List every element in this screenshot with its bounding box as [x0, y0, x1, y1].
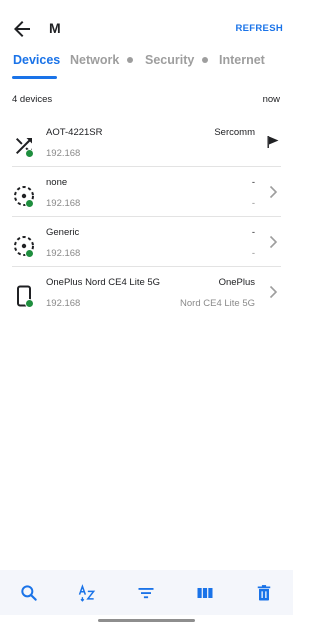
device-vendor: Sercomm — [214, 127, 255, 138]
device-ip: 192.168 — [46, 298, 81, 309]
online-status-dot — [25, 299, 34, 308]
tab-label: Security — [145, 53, 195, 67]
tab-security[interactable]: Security — [145, 53, 209, 67]
device-vendor: - — [251, 177, 255, 188]
search-icon[interactable] — [18, 582, 40, 604]
device-summary: 4 devices now — [0, 92, 293, 108]
app-bar: M REFRESH — [0, 0, 293, 52]
flag-icon[interactable] — [265, 134, 281, 150]
device-row[interactable]: OnePlus Nord CE4 Lite 5G 192.168 OnePlus… — [0, 267, 293, 317]
device-name: OnePlus Nord CE4 Lite 5G — [46, 277, 161, 288]
tab-status-dot — [127, 57, 134, 63]
online-status-dot — [25, 199, 34, 208]
device-name: none — [46, 177, 68, 188]
refresh-button[interactable]: REFRESH — [236, 23, 284, 34]
columns-icon[interactable] — [194, 582, 216, 604]
bottom-toolbar — [0, 570, 293, 615]
active-tab-indicator — [12, 76, 57, 79]
device-ip: 192.168 — [46, 148, 81, 159]
device-name: Generic — [46, 227, 80, 238]
device-vendor-detail: - — [251, 248, 255, 259]
tab-status-dot — [202, 57, 209, 63]
device-name: AOT-4221SR — [46, 127, 103, 138]
filter-icon[interactable] — [135, 582, 157, 604]
tab-label: Devices — [13, 53, 61, 67]
tab-label: Internet — [219, 53, 265, 67]
online-status-dot — [25, 149, 34, 158]
home-indicator[interactable] — [98, 619, 195, 622]
chevron-right-icon[interactable] — [265, 184, 281, 200]
back-arrow-icon[interactable] — [10, 17, 34, 41]
chevron-right-icon[interactable] — [265, 284, 281, 300]
device-vendor: OnePlus — [218, 277, 255, 288]
tab-internet[interactable]: Internet — [219, 53, 265, 67]
tab-network[interactable]: Network — [70, 53, 134, 67]
tab-devices[interactable]: Devices — [13, 53, 60, 67]
device-count: 4 devices — [12, 94, 53, 105]
device-ip: 192.168 — [46, 198, 81, 209]
delete-icon[interactable] — [253, 582, 275, 604]
device-row[interactable]: none 192.168 - - — [0, 167, 293, 217]
device-vendor: - — [251, 227, 255, 238]
device-list: AOT-4221SR 192.168 Sercomm none 192.168 … — [0, 117, 293, 317]
online-status-dot — [25, 249, 34, 258]
device-row[interactable]: Generic 192.168 - - — [0, 217, 293, 267]
page-title: M — [49, 20, 61, 36]
device-ip: 192.168 — [46, 248, 81, 259]
device-vendor-detail: Nord CE4 Lite 5G — [180, 298, 255, 309]
sort-az-icon[interactable] — [76, 582, 98, 604]
device-row[interactable]: AOT-4221SR 192.168 Sercomm — [0, 117, 293, 167]
last-scan-time: now — [262, 94, 280, 105]
tab-label: Network — [70, 53, 120, 67]
device-vendor-detail: - — [251, 198, 255, 209]
chevron-right-icon[interactable] — [265, 234, 281, 250]
